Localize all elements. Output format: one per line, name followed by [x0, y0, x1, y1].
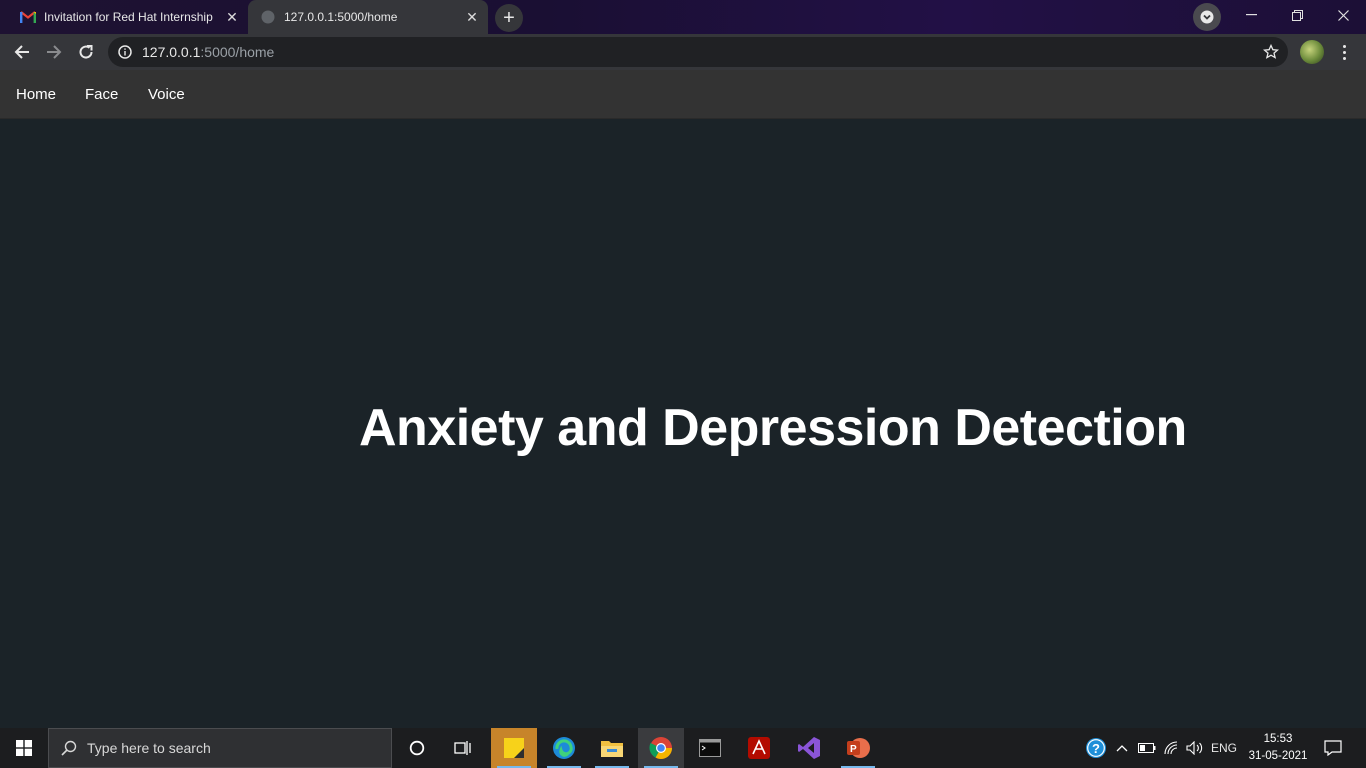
file-explorer-icon[interactable] [589, 728, 635, 768]
visual-studio-icon[interactable] [786, 728, 832, 768]
svg-text:P: P [850, 744, 857, 755]
system-clock[interactable]: 15:53 31-05-2021 [1246, 731, 1310, 765]
powerpoint-icon[interactable]: P [835, 728, 881, 768]
tab-gmail[interactable]: Invitation for Red Hat Internship ✕ [8, 0, 248, 34]
svg-text:?: ? [1092, 741, 1100, 756]
nav-home-link[interactable]: Home [16, 86, 56, 103]
task-view-icon[interactable] [440, 728, 486, 768]
close-window-icon[interactable] [1320, 0, 1366, 30]
language-indicator[interactable]: ENG [1208, 728, 1240, 768]
url-host: 127.0.0.1 [142, 44, 201, 60]
tab-search-button[interactable] [1193, 3, 1221, 31]
browser-toolbar: 127.0.0.1:5000/home [0, 34, 1366, 70]
tab-localhost[interactable]: 127.0.0.1:5000/home ✕ [248, 0, 488, 34]
url-path: :5000/home [200, 44, 275, 60]
search-placeholder: Type here to search [87, 740, 211, 756]
profile-avatar[interactable] [1300, 40, 1324, 64]
menu-icon[interactable] [1334, 40, 1354, 64]
tab-title: 127.0.0.1:5000/home [284, 10, 398, 24]
browser-tab-bar: Invitation for Red Hat Internship ✕ 127.… [0, 0, 1366, 34]
clock-date: 31-05-2021 [1248, 750, 1308, 762]
gmail-icon [20, 9, 36, 25]
chevron-up-icon[interactable] [1112, 728, 1132, 768]
close-tab-icon[interactable]: ✕ [220, 9, 244, 26]
tab-title: Invitation for Red Hat Internship [44, 10, 213, 24]
site-navbar: Home Face Voice [0, 70, 1366, 119]
globe-icon [260, 9, 276, 25]
help-icon[interactable]: ? [1082, 728, 1110, 768]
volume-icon[interactable] [1184, 728, 1206, 768]
page-content: Anxiety and Depression Detection [0, 119, 1366, 728]
reload-icon[interactable] [72, 38, 100, 66]
bookmark-star-icon[interactable] [1260, 41, 1282, 63]
nav-face-link[interactable]: Face [85, 86, 118, 103]
sticky-notes-icon[interactable] [491, 728, 537, 768]
search-icon [61, 740, 77, 756]
restore-icon[interactable] [1274, 0, 1320, 30]
cortana-icon[interactable] [394, 728, 440, 768]
battery-icon[interactable] [1136, 728, 1158, 768]
address-bar[interactable]: 127.0.0.1:5000/home [108, 37, 1288, 67]
minimize-icon[interactable] [1228, 0, 1274, 30]
info-icon[interactable] [118, 45, 132, 59]
acrobat-icon[interactable] [736, 728, 782, 768]
notifications-icon[interactable] [1318, 728, 1348, 768]
terminal-icon[interactable] [687, 728, 733, 768]
windows-taskbar: Type here to search P ? ENG 15:53 31-05-… [0, 728, 1366, 768]
edge-icon[interactable] [541, 728, 587, 768]
clock-time: 15:53 [1263, 733, 1293, 745]
wifi-icon[interactable] [1161, 728, 1183, 768]
new-tab-button[interactable]: + [495, 4, 523, 32]
page-title: Anxiety and Depression Detection [359, 399, 1187, 457]
close-tab-icon[interactable]: ✕ [460, 9, 484, 26]
taskbar-search-box[interactable]: Type here to search [48, 728, 392, 768]
back-arrow-icon[interactable] [8, 38, 36, 66]
forward-arrow-icon[interactable] [40, 38, 68, 66]
chrome-icon[interactable] [638, 728, 684, 768]
nav-voice-link[interactable]: Voice [148, 86, 185, 103]
windows-start-icon[interactable] [0, 728, 48, 768]
